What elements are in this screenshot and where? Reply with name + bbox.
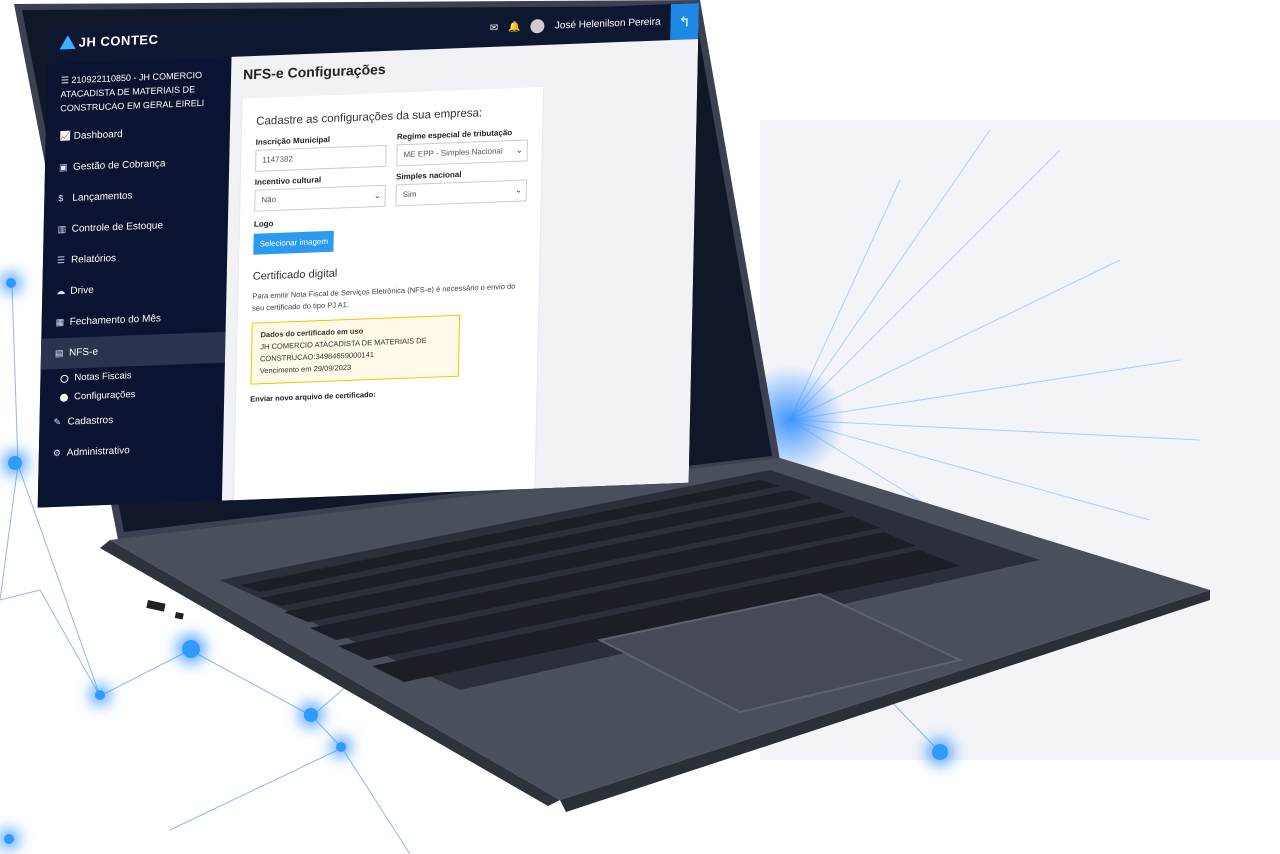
chevron-down-icon: ⌄ <box>515 185 522 195</box>
logo-icon <box>59 34 76 50</box>
select-image-button[interactable]: Selecionar imagem <box>253 230 335 255</box>
avatar[interactable] <box>530 18 545 34</box>
inscricao-municipal-input[interactable]: 1147382 <box>255 144 387 172</box>
document-icon: ▤ <box>54 347 64 359</box>
list-icon: ☰ <box>56 254 66 266</box>
simples-select[interactable]: Sim ⌄ <box>395 179 528 207</box>
logo-label: Logo <box>253 219 274 229</box>
cert-info-box: Dados do certificado em uso JH COMERCIO … <box>250 314 461 385</box>
user-name[interactable]: José Helenilson Pereira <box>555 16 661 31</box>
app-screen: JH CONTEC ✉ 🔔 José Helenilson Pereira ↰ … <box>37 3 700 508</box>
settings-card: Cadastre as configurações da sua empresa… <box>233 86 544 508</box>
sidebar-item-administrativo[interactable]: ⚙ Administrativo <box>38 432 223 470</box>
mail-icon[interactable]: ✉ <box>490 22 499 33</box>
top-icons: ✉ 🔔 José Helenilson Pereira <box>490 14 661 35</box>
company-selector[interactable]: ☰ 210922110850 - JH COMERCIO ATACADISTA … <box>46 57 232 122</box>
upload-label: Enviar novo arquivo de certificado: <box>250 389 376 404</box>
bar-chart-icon: ▥ <box>57 223 67 235</box>
cert-title: Certificado digital <box>252 267 338 283</box>
cloud-icon: ☁ <box>56 285 66 297</box>
menu-icon[interactable]: ☰ <box>61 75 72 85</box>
calendar-icon: ▦ <box>55 316 65 328</box>
sidebar: ☰ 210922110850 - JH COMERCIO ATACADISTA … <box>37 56 232 508</box>
brand-logo[interactable]: JH CONTEC <box>59 32 159 51</box>
main-content: NFS-e Configurações Cadastre as configur… <box>221 39 699 508</box>
bell-icon[interactable]: 🔔 <box>508 21 521 32</box>
chevron-down-icon: ⌄ <box>373 190 381 201</box>
chevron-down-icon: ⌄ <box>515 145 523 155</box>
cert-description: Para emitir Nota Fiscal de Serviços Elet… <box>252 281 516 313</box>
card-title: Cadastre as configurações da sua empresa… <box>255 107 483 128</box>
logout-icon: ↰ <box>678 13 691 30</box>
logout-button[interactable]: ↰ <box>670 3 700 41</box>
dollar-icon: $ <box>58 193 64 204</box>
gear-icon: ⚙ <box>52 447 62 459</box>
radio-dot-icon <box>60 374 69 383</box>
regime-select[interactable]: ME EPP - Simples Nacional ⌄ <box>396 139 528 167</box>
money-icon: ▣ <box>58 162 68 173</box>
edit-icon: ✎ <box>53 416 62 428</box>
radio-dot-filled-icon <box>59 393 69 402</box>
chart-line-icon: 📈 <box>59 130 72 142</box>
incentivo-select[interactable]: Não ⌄ <box>254 184 386 212</box>
